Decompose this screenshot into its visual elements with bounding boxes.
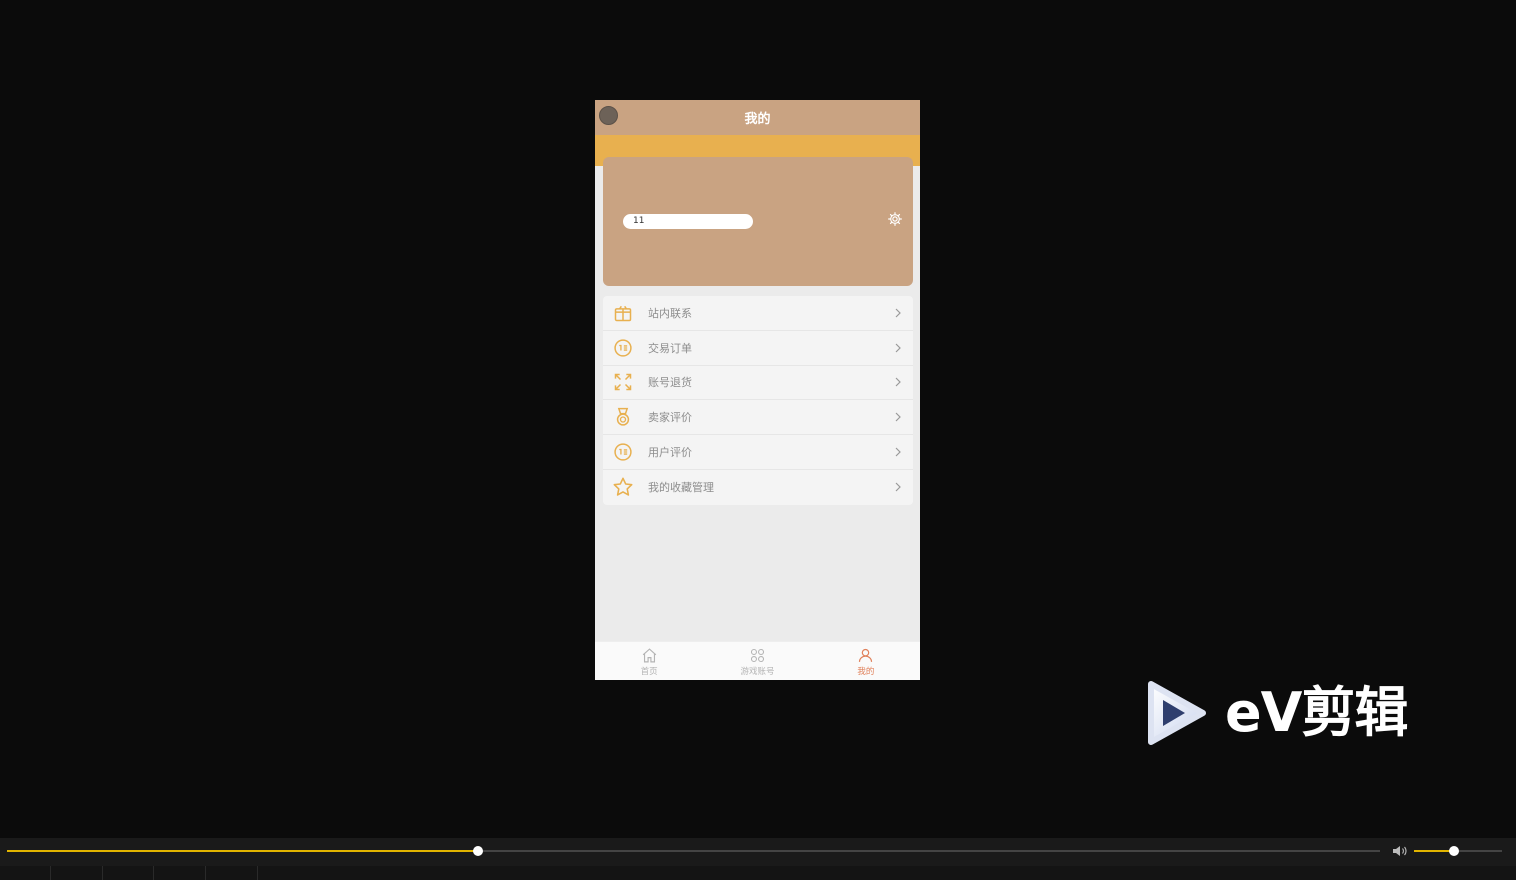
chevron-right-icon [895, 412, 901, 422]
progress-fill [7, 850, 478, 852]
play-logo-icon [1148, 681, 1206, 745]
menu-item-label: 我的收藏管理 [648, 481, 714, 495]
comment-list-icon [612, 441, 634, 463]
watermark-text: eV剪辑 [1225, 681, 1408, 744]
chevron-right-icon [895, 308, 901, 318]
menu-item-label: 站内联系 [648, 306, 692, 320]
order-list-icon [612, 337, 634, 359]
tab-game-accounts[interactable]: 游戏账号 [703, 642, 811, 680]
bottom-tab-bar: 首页 游戏账号 我的 [595, 641, 920, 680]
phone-screen: 我的 11 站内联系 交易订单 账号退货 卖家评价 用户评价 我的收藏管理 首页… [595, 100, 920, 680]
progress-track[interactable] [7, 846, 1380, 856]
page-title: 我的 [744, 112, 771, 127]
menu-list: 站内联系 交易订单 账号退货 卖家评价 用户评价 我的收藏管理 [603, 296, 913, 505]
menu-item-orders[interactable]: 交易订单 [603, 331, 913, 366]
expand-arrows-icon [612, 371, 634, 393]
menu-item-account-return[interactable]: 账号退货 [603, 366, 913, 401]
star-icon [612, 476, 634, 498]
bottom-strip [0, 866, 1516, 880]
strip-segment [51, 866, 103, 880]
menu-item-label: 卖家评价 [648, 411, 692, 425]
gift-icon [612, 302, 634, 324]
top-bar: 我的 [595, 100, 920, 135]
chevron-right-icon [895, 447, 901, 457]
menu-item-seller-reviews[interactable]: 卖家评价 [603, 400, 913, 436]
chevron-right-icon [895, 482, 901, 492]
volume-handle[interactable] [1448, 846, 1459, 856]
profile-card: 11 [603, 157, 913, 286]
menu-item-favorites[interactable]: 我的收藏管理 [603, 470, 913, 505]
tab-label: 游戏账号 [740, 666, 775, 677]
volume-icon[interactable] [1392, 844, 1408, 858]
tab-label: 首页 [640, 666, 658, 677]
ev-editor-watermark: eV剪辑 [1145, 678, 1445, 750]
menu-item-user-reviews[interactable]: 用户评价 [603, 435, 913, 470]
menu-item-site-contact[interactable]: 站内联系 [603, 296, 913, 331]
tab-label: 我的 [857, 666, 875, 677]
strip-segment [0, 866, 51, 880]
volume-fill [1414, 850, 1454, 852]
menu-item-label: 账号退货 [648, 376, 692, 390]
grid-icon [750, 648, 765, 662]
username-pill[interactable]: 11 [623, 214, 753, 229]
chevron-right-icon [895, 343, 901, 353]
user-icon [859, 648, 873, 662]
progress-handle[interactable] [472, 846, 483, 856]
medal-icon [612, 406, 634, 428]
menu-item-label: 交易订单 [648, 341, 692, 355]
gear-icon[interactable] [887, 211, 903, 227]
strip-segment [103, 866, 154, 880]
strip-segment [154, 866, 206, 880]
volume-track[interactable] [1414, 846, 1502, 856]
menu-item-label: 用户评价 [648, 446, 692, 460]
home-icon [642, 647, 656, 662]
strip-segment [206, 866, 258, 880]
tab-mine[interactable]: 我的 [812, 642, 920, 680]
chevron-right-icon [895, 378, 901, 387]
tab-home[interactable]: 首页 [595, 642, 703, 680]
